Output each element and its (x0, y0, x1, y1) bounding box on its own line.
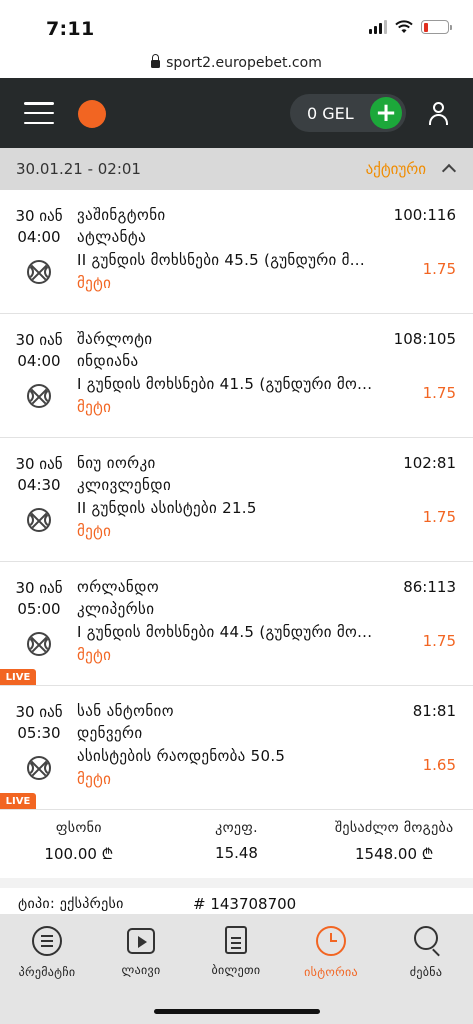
bet-market: I გუნდის მოხსნები 44.5 (გუნდური მო... (77, 623, 373, 641)
match-score: 86:113 (403, 578, 456, 596)
nav-label: ლაივი (121, 963, 161, 977)
nav-label: პრემატჩი (18, 965, 76, 979)
nav-live[interactable]: ლაივი (94, 926, 188, 977)
bet-odds: 1.75 (422, 260, 456, 278)
bet-selection: მეტი (77, 522, 112, 540)
summary-stake: ფსონი 100.00 ₾ (0, 810, 158, 878)
bet-datetime: 30 იან 04:00 (15, 207, 63, 246)
stake-label: ფსონი (55, 820, 102, 836)
summary-win: შესაძლო მოგება 1548.00 ₾ (315, 810, 473, 878)
team-away: დენვერი (77, 724, 143, 742)
bet-market: ასისტების რაოდენობა 50.5 (77, 747, 286, 765)
balance-pill[interactable]: 0 GEL + (290, 94, 406, 132)
ticket-date-row[interactable]: 30.01.21 - 02:01 აქტიური (0, 148, 473, 190)
team-home: ვაშინგტონი (77, 206, 166, 224)
summary-odds: კოეფ. 15.48 (158, 810, 316, 878)
chevron-up-icon[interactable] (441, 163, 457, 179)
live-badge: LIVE (0, 669, 36, 685)
status-time: 7:11 (46, 18, 95, 40)
add-funds-button[interactable]: + (370, 97, 402, 129)
bet-odds: 1.65 (422, 756, 456, 774)
bet-row[interactable]: 30 იან 04:00 შარლოტი ინდიანა I გუნდის მოხ… (0, 314, 473, 438)
wifi-icon (395, 20, 413, 33)
play-icon (127, 928, 155, 954)
team-home: ორლანდო (77, 578, 160, 596)
hamburger-menu-icon[interactable] (24, 102, 54, 124)
stake-value: 100.00 ₾ (44, 845, 114, 863)
bet-row[interactable]: 30 იან 05:30 სან ანტონიო დენვერი ასისტები… (0, 686, 473, 810)
odds-label: კოეფ. (215, 820, 258, 836)
team-home: შარლოტი (77, 330, 153, 348)
team-away: ინდიანა (77, 352, 139, 370)
bet-row[interactable]: 30 იან 04:00 ვაშინგტონი ატლანტა II გუნდის… (0, 190, 473, 314)
team-away: კლიპერსი (77, 600, 155, 618)
basketball-icon (27, 756, 51, 780)
basketball-icon (27, 632, 51, 656)
ticket-number: # 143708700 (193, 895, 297, 913)
bet-odds: 1.75 (422, 632, 456, 650)
ticket-summary: ფსონი 100.00 ₾ კოეფ. 15.48 შესაძლო მოგებ… (0, 810, 473, 888)
clock-icon (316, 926, 346, 956)
team-away: კლივლენდი (77, 476, 172, 494)
bet-datetime: 30 იან 04:00 (15, 331, 63, 370)
nav-history[interactable]: ისტორია (284, 926, 378, 979)
bet-market: II გუნდის მოხსნები 45.5 (გუნდური მ... (77, 251, 365, 269)
app-header: 0 GEL + (0, 78, 473, 148)
team-away: ატლანტა (77, 228, 147, 246)
match-score: 100:116 (393, 206, 456, 224)
search-icon (414, 926, 438, 950)
document-icon (225, 926, 247, 954)
battery-icon (421, 20, 452, 34)
home-indicator (154, 1009, 320, 1014)
possible-win-label: შესაძლო მოგება (334, 820, 454, 836)
browser-url-bar[interactable]: sport2.europebet.com (0, 48, 473, 78)
bet-row[interactable]: 30 იან 05:00 ორლანდო კლიპერსი I გუნდის მო… (0, 562, 473, 686)
status-icons (369, 20, 452, 34)
nav-label: ბილეთი (211, 963, 261, 977)
team-home: სან ანტონიო (77, 702, 174, 720)
team-home: ნიუ იორკი (77, 454, 156, 472)
bet-odds: 1.75 (422, 508, 456, 526)
nav-prematch[interactable]: პრემატჩი (0, 926, 94, 979)
nav-label: ძებნა (409, 965, 443, 979)
bet-selection: მეტი (77, 274, 112, 292)
bet-market: I გუნდის მოხსნები 41.5 (გუნდური მო... (77, 375, 373, 393)
nav-label: ისტორია (304, 965, 358, 979)
basketball-icon (27, 508, 51, 532)
bet-datetime: 30 იან 05:00 (15, 579, 63, 618)
odds-value: 15.48 (215, 844, 258, 862)
bet-selection: მეტი (77, 646, 112, 664)
bet-selection: მეტი (77, 398, 112, 416)
basketball-icon (27, 260, 51, 284)
bet-row[interactable]: 30 იან 04:30 ნიუ იორკი კლივლენდი II გუნდი… (0, 438, 473, 562)
status-bar: 7:11 (0, 0, 473, 48)
user-icon[interactable] (428, 102, 450, 126)
bet-market: II გუნდის ასისტები 21.5 (77, 499, 257, 517)
bet-list: 30 იან 04:00 ვაშინგტონი ატლანტა II გუნდის… (0, 190, 473, 810)
signal-icon (369, 20, 387, 34)
match-score: 81:81 (412, 702, 456, 720)
ticket-type: ტიპი: ექსპრესი (18, 896, 124, 912)
bet-datetime: 30 იან 05:30 (15, 703, 63, 742)
possible-win-value: 1548.00 ₾ (354, 845, 434, 863)
match-score: 108:105 (393, 330, 456, 348)
ticket-date: 30.01.21 - 02:01 (16, 160, 141, 178)
url-text: sport2.europebet.com (166, 55, 322, 71)
bet-selection: მეტი (77, 770, 112, 788)
bet-odds: 1.75 (422, 384, 456, 402)
bottom-nav: პრემატჩი ლაივი ბილეთი ისტორია ძებნა (0, 914, 473, 1024)
match-score: 102:81 (403, 454, 456, 472)
nav-ticket[interactable]: ბილეთი (189, 926, 283, 977)
ticket-status: აქტიური (365, 160, 426, 178)
nav-search[interactable]: ძებნა (379, 926, 473, 979)
lock-icon (151, 54, 161, 70)
balance-text: 0 GEL (307, 103, 354, 123)
basketball-icon (27, 384, 51, 408)
live-badge: LIVE (0, 793, 36, 809)
bet-datetime: 30 იან 04:30 (15, 455, 63, 494)
brand-logo[interactable] (78, 100, 106, 128)
list-menu-icon (32, 926, 62, 956)
